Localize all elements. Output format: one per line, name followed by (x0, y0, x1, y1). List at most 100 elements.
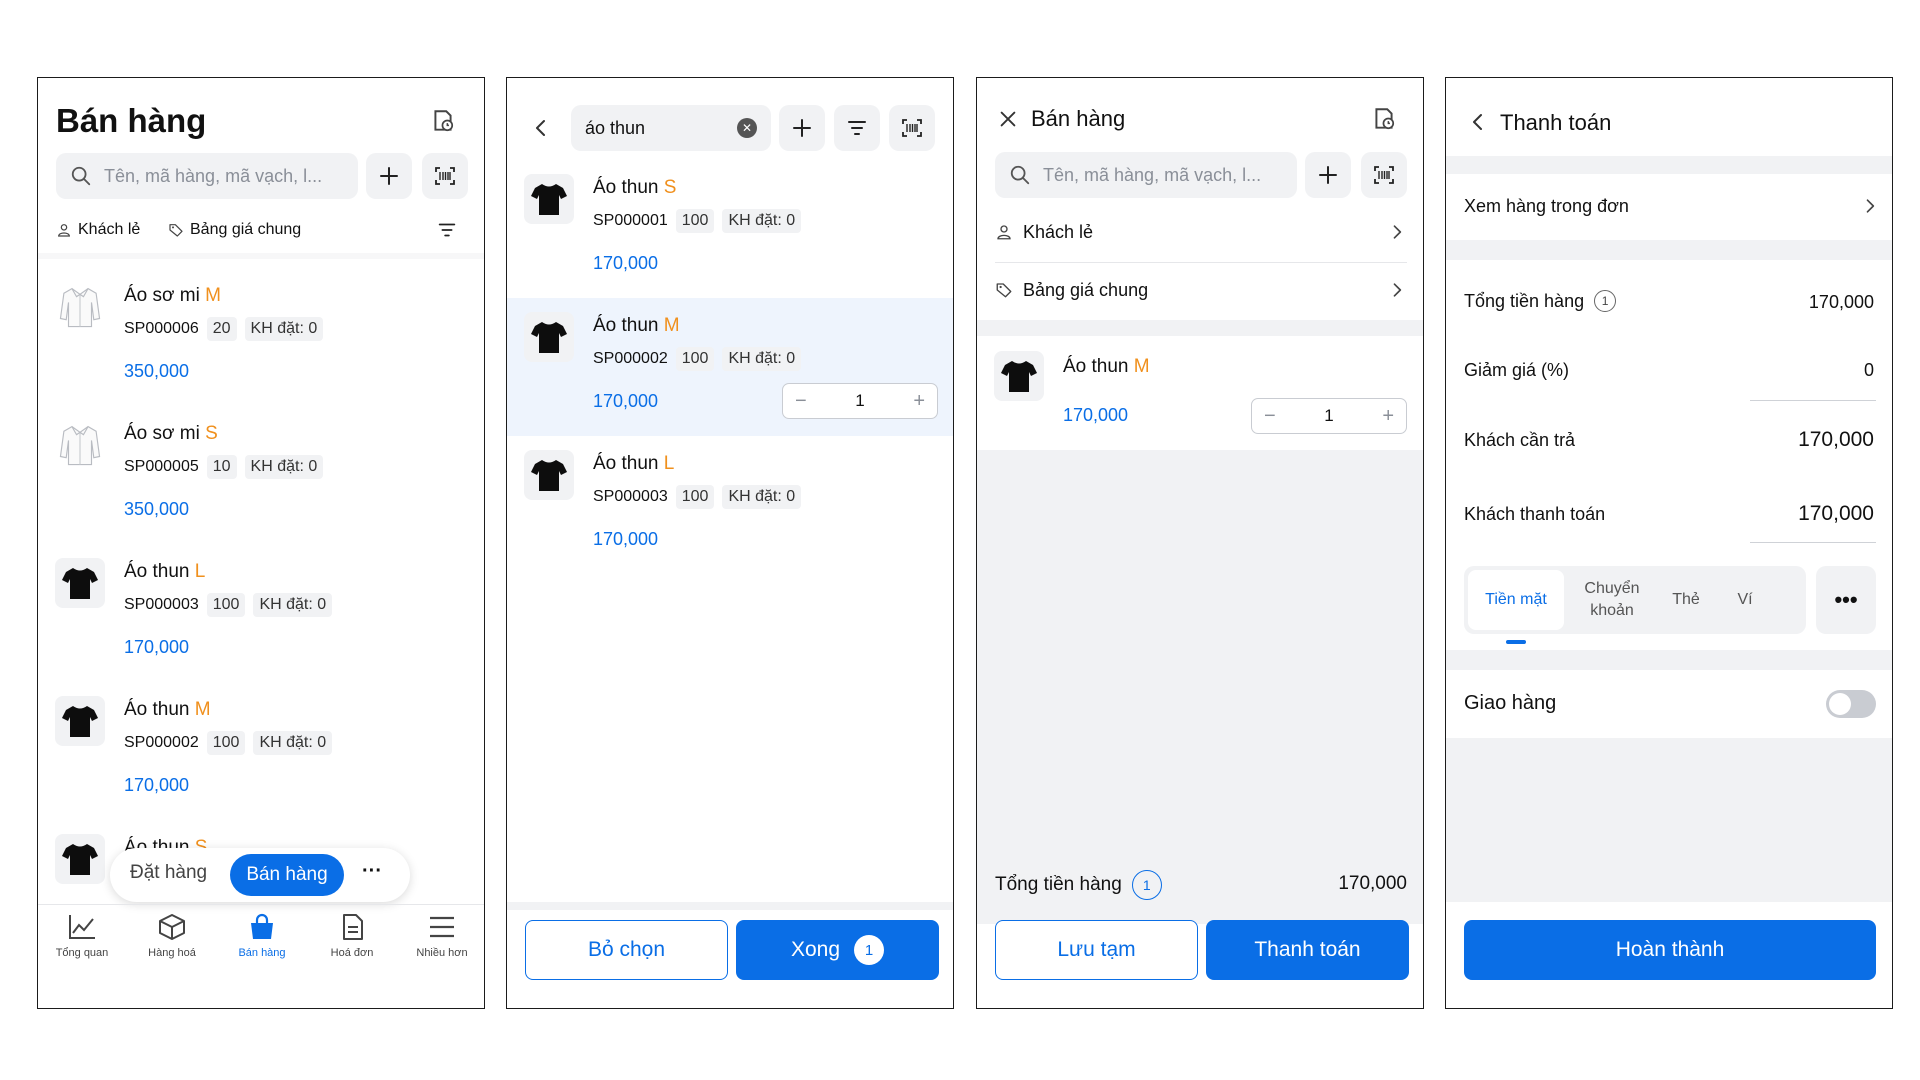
minus-icon[interactable]: − (1264, 405, 1276, 428)
screen-cart: Bán hàng Tên, mã hàng, mã vạch, l... Khá… (976, 77, 1424, 1009)
minus-icon[interactable]: − (795, 390, 807, 413)
save-draft-button[interactable]: Lưu tạm (995, 920, 1198, 980)
view-items-row[interactable]: Xem hàng trong đơn (1446, 174, 1892, 240)
pricebook-row[interactable]: Bảng giá chung (995, 268, 1407, 312)
search-input[interactable]: Tên, mã hàng, mã vạch, l... (56, 153, 358, 199)
product-price: 170,000 (124, 775, 190, 795)
pricebook-label: Bảng giá chung (1023, 279, 1149, 300)
more-modes-button[interactable]: ··· (362, 860, 382, 883)
chart-icon (69, 915, 95, 939)
product-name[interactable]: Áo thun L (593, 453, 674, 475)
screen-sales-list: Bán hàng Tên, mã hàng, mã vạch, l... Khá… (37, 77, 485, 1009)
section-gap (977, 320, 1423, 336)
payment-method-tabs: Tiền mặt Chuyển khoản Thẻ Ví (1464, 566, 1806, 634)
pricebook-selector[interactable]: Bảng giá chung (168, 221, 301, 239)
barcode-icon (900, 116, 924, 140)
complete-button[interactable]: Hoàn thành (1464, 920, 1876, 980)
cart-item-price[interactable]: 170,000 (1063, 405, 1128, 426)
search-input[interactable]: Tên, mã hàng, mã vạch, l... (995, 152, 1297, 198)
plus-icon (1316, 163, 1340, 187)
tshirt-icon (994, 351, 1044, 401)
selected-count-badge: 1 (854, 935, 885, 965)
user-icon (995, 223, 1013, 241)
nav-more[interactable]: Nhiều hơn (402, 913, 482, 959)
user-icon (56, 222, 72, 238)
barcode-icon (433, 164, 457, 188)
quantity-value: 1 (1324, 406, 1334, 425)
total-value: 170,000 (1338, 873, 1407, 894)
order-mode-tab[interactable]: Đặt hàng (130, 862, 207, 884)
checkout-button[interactable]: Thanh toán (1206, 920, 1409, 980)
method-card[interactable]: Thẻ (1656, 570, 1716, 630)
customer-row[interactable]: Khách lẻ (995, 210, 1407, 254)
page-title: Bán hàng (1031, 106, 1126, 131)
nav-sales[interactable]: Bán hàng (222, 913, 302, 959)
nav-products[interactable]: Hàng hoá (132, 913, 212, 959)
divider (38, 253, 484, 259)
plus-icon[interactable]: + (913, 390, 925, 413)
clear-search-icon[interactable]: ✕ (737, 118, 757, 138)
filter-button[interactable] (834, 105, 880, 151)
search-placeholder: Tên, mã hàng, mã vạch, l... (104, 165, 323, 186)
barcode-scan-button[interactable] (889, 105, 935, 151)
product-name[interactable]: Áo thun M (593, 315, 680, 337)
quantity-stepper[interactable]: − 1 + (782, 383, 938, 419)
product-name[interactable]: Áo thun L (124, 561, 205, 583)
product-name[interactable]: Áo sơ mi M (124, 285, 221, 307)
add-product-button[interactable] (366, 153, 412, 199)
discount-input[interactable]: 0 (1864, 360, 1874, 381)
tshirt-icon (55, 558, 105, 608)
chevron-right-icon (1387, 280, 1407, 300)
page-title: Thanh toán (1500, 110, 1612, 135)
product-price: 170,000 (124, 637, 190, 657)
toggle-knob (1829, 693, 1851, 715)
filter-button[interactable] (436, 219, 458, 246)
customer-paid-label: Khách thanh toán (1464, 504, 1606, 524)
close-button[interactable] (997, 108, 1019, 135)
tag-icon (995, 281, 1013, 299)
screen-product-search: áo thun ✕ Áo thun S SP000001 100 KH đặt: 0… (506, 77, 954, 1009)
method-transfer[interactable]: Chuyển khoản (1574, 570, 1650, 630)
product-name[interactable]: Áo thun S (593, 177, 676, 199)
history-icon (1371, 106, 1397, 132)
add-product-button[interactable] (1305, 152, 1351, 198)
customer-selector[interactable]: Khách lẻ (56, 221, 140, 239)
screen-payment: Thanh toán Xem hàng trong đơn Tổng tiền … (1445, 77, 1893, 1009)
plus-icon[interactable]: + (1382, 405, 1394, 428)
total-label: Tổng tiền hàng 1 (995, 870, 1162, 900)
sell-mode-tab[interactable]: Bán hàng (230, 854, 344, 896)
barcode-scan-button[interactable] (1361, 152, 1407, 198)
product-meta: SP000006 20 KH đặt: 0 (124, 317, 324, 341)
more-methods-button[interactable]: ••• (1816, 566, 1876, 634)
document-icon (343, 914, 363, 940)
product-price: 350,000 (124, 499, 190, 519)
search-input[interactable]: áo thun ✕ (571, 105, 771, 151)
product-name[interactable]: Áo thun M (124, 699, 211, 721)
barcode-icon (1372, 163, 1396, 187)
back-button[interactable] (529, 116, 553, 145)
history-icon[interactable] (430, 108, 456, 139)
delivery-toggle[interactable] (1826, 690, 1876, 718)
customer-paid-input[interactable]: 170,000 (1798, 502, 1874, 526)
shopping-bag-icon (251, 913, 273, 939)
barcode-scan-button[interactable] (422, 153, 468, 199)
draft-history-button[interactable] (1371, 106, 1397, 137)
nav-overview[interactable]: Tổng quan (42, 913, 122, 959)
quantity-stepper[interactable]: − 1 + (1251, 398, 1407, 434)
box-icon (159, 914, 185, 940)
search-value: áo thun (585, 117, 646, 138)
method-indicator (1506, 640, 1526, 644)
discount-label: Giảm giá (%) (1464, 360, 1570, 380)
deselect-button[interactable]: Bỏ chọn (525, 920, 728, 980)
add-product-button[interactable] (779, 105, 825, 151)
cart-item-name: Áo thun M (1063, 356, 1150, 377)
nav-invoices[interactable]: Hoá đơn (312, 913, 392, 959)
plus-icon (377, 164, 401, 188)
customer-label: Khách lẻ (78, 221, 141, 238)
item-count-badge: 1 (1131, 870, 1162, 900)
method-cash[interactable]: Tiền mặt (1468, 570, 1564, 630)
back-button[interactable] (1466, 110, 1490, 139)
product-name[interactable]: Áo sơ mi S (124, 423, 218, 445)
method-wallet[interactable]: Ví (1720, 570, 1770, 630)
done-button[interactable]: Xong 1 (736, 920, 939, 980)
